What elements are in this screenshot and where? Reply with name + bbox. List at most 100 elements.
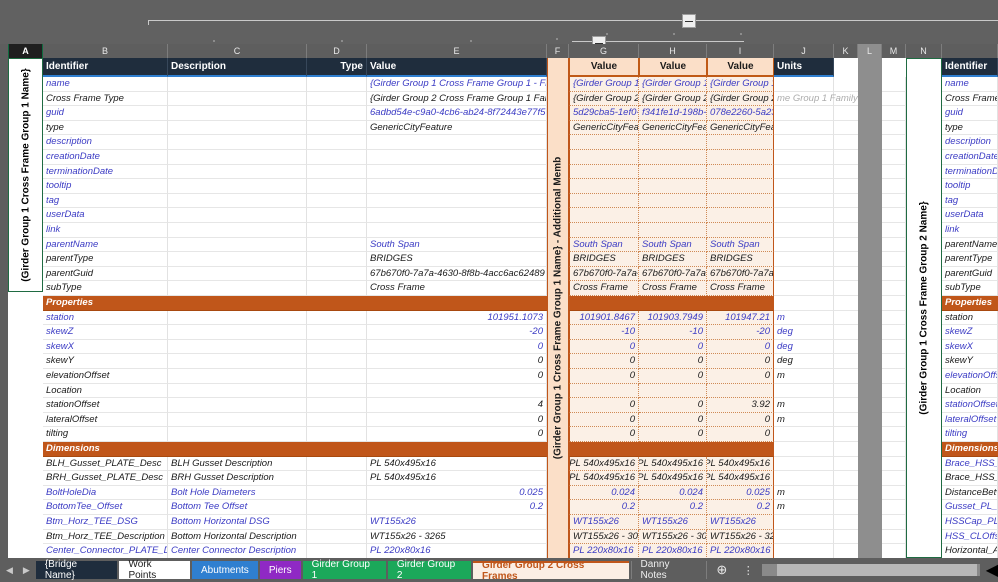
cell-type[interactable] [307, 544, 367, 558]
cell-units[interactable]: m [774, 412, 834, 428]
cell-value-g[interactable]: South Span [569, 237, 639, 253]
cell-value-i[interactable] [707, 296, 774, 311]
cell-type[interactable] [307, 77, 367, 92]
cell-description[interactable] [168, 150, 307, 165]
cell-description[interactable] [168, 383, 307, 399]
horizontal-scrollbar[interactable]: ◀ [761, 560, 998, 580]
cell-value[interactable]: GenericCityFeature [367, 120, 547, 136]
cell-type[interactable] [307, 237, 367, 253]
cell-identifier-right[interactable]: subType [942, 281, 998, 296]
cell-units[interactable] [774, 383, 834, 399]
cell-identifier[interactable]: parentName [43, 237, 168, 253]
cell-value-i[interactable]: 0.2 [707, 500, 774, 515]
cell-type[interactable] [307, 208, 367, 223]
cell-value-i[interactable]: 0 [707, 412, 774, 428]
cell-units[interactable] [774, 135, 834, 150]
cell-value-i[interactable]: GenericCityFea [707, 120, 774, 136]
cell-identifier[interactable]: tag [43, 193, 168, 209]
cell-value-g[interactable] [569, 179, 639, 194]
column-header-h[interactable]: H [639, 44, 707, 58]
cell-type[interactable] [307, 500, 367, 515]
cell-value-h[interactable]: 0 [639, 412, 707, 428]
cell-identifier[interactable]: Center_Connector_PLATE_D [43, 544, 168, 558]
cell-value-i[interactable]: WT155x26 [707, 515, 774, 530]
cell-value-i[interactable]: BRIDGES [707, 252, 774, 267]
cell-value-g[interactable]: 5d29cba5-1ef0-4 [569, 106, 639, 121]
cell-value-h[interactable]: 0.024 [639, 485, 707, 501]
cell-type[interactable] [307, 398, 367, 413]
cell-description[interactable] [168, 223, 307, 238]
cell-identifier[interactable]: elevationOffset [43, 369, 168, 384]
cell-value-h[interactable]: Cross Frame [639, 281, 707, 296]
cell-identifier[interactable]: description [43, 135, 168, 150]
cell-value-h[interactable]: 0.2 [639, 500, 707, 515]
cell-value-h[interactable]: PL 540x495x16 [639, 456, 707, 472]
cell-value-h[interactable]: 67b670f0-7a7a- [639, 266, 707, 282]
cell-type[interactable] [307, 281, 367, 296]
cell-value-h[interactable]: WT155x26 [639, 515, 707, 530]
cell-units[interactable]: deg [774, 325, 834, 340]
cell-value-h[interactable] [639, 383, 707, 399]
cell-units[interactable] [774, 544, 834, 558]
column-header-c[interactable]: C [168, 44, 307, 58]
cell-identifier[interactable]: Location [43, 383, 168, 399]
cell-value[interactable] [367, 193, 547, 209]
cell-identifier-right[interactable]: DistanceBetw [942, 485, 998, 501]
cell-value-g[interactable]: 0 [569, 369, 639, 384]
cell-type[interactable] [307, 471, 367, 486]
cell-value-g[interactable] [569, 296, 639, 311]
cell-units[interactable] [774, 427, 834, 442]
cell-value-g[interactable]: 0 [569, 398, 639, 413]
cell-units[interactable] [774, 471, 834, 486]
cell-value-h[interactable] [639, 208, 707, 223]
cell-identifier[interactable]: skewY [43, 354, 168, 369]
cell-identifier-right[interactable]: skewX [942, 339, 998, 355]
cell-units[interactable]: deg [774, 354, 834, 369]
cell-value-h[interactable]: 0 [639, 369, 707, 384]
cell-value-g[interactable] [569, 135, 639, 150]
cell-description[interactable] [168, 281, 307, 296]
cell-identifier[interactable]: tilting [43, 427, 168, 442]
cell-units[interactable] [774, 150, 834, 165]
cell-identifier[interactable]: type [43, 120, 168, 136]
cell-type[interactable] [307, 427, 367, 442]
cell-description[interactable] [168, 77, 307, 92]
cell-identifier-right[interactable]: Gusset_PL_Tl [942, 500, 998, 515]
cell-value-g[interactable]: 0 [569, 354, 639, 369]
cell-identifier-right[interactable]: Cross Frame [942, 91, 998, 107]
cell-value[interactable] [367, 223, 547, 238]
cell-units[interactable]: m [774, 398, 834, 413]
column-header-g[interactable]: G [569, 44, 639, 58]
cell-identifier-right[interactable]: creationDate [942, 150, 998, 165]
sheet-tab-girder-group-2[interactable]: Girder Group 2 [387, 559, 472, 581]
cell-identifier-right[interactable]: parentName [942, 237, 998, 253]
cell-value-g[interactable]: PL 220x80x16 [569, 544, 639, 558]
cell-value-g[interactable] [569, 442, 639, 457]
cell-identifier[interactable]: parentGuid [43, 266, 168, 282]
cell-value-i[interactable]: {Girder Group 2 Cross Frame Group 1 Fami… [707, 91, 774, 107]
column-header-m[interactable]: M [882, 44, 906, 58]
cell-identifier-right[interactable]: tag [942, 193, 998, 209]
cell-identifier-right[interactable]: Horizontal_A [942, 544, 998, 558]
column-header-n[interactable]: N [906, 44, 942, 58]
cell-value-g[interactable]: 67b670f0-7a7a- [569, 266, 639, 282]
cell-value[interactable]: 0 [367, 354, 547, 369]
sheet-tab-girder-group-2-cross-frames[interactable]: Girder Group 2 Cross Frames [473, 560, 629, 582]
sheet-tab-abutments[interactable]: Abutments [192, 561, 258, 579]
cell-value[interactable] [367, 135, 547, 150]
cell-identifier-right[interactable]: lateralOffset [942, 412, 998, 428]
cell-units[interactable] [774, 281, 834, 296]
cell-identifier-right[interactable]: skewY [942, 354, 998, 369]
cell-identifier[interactable]: BRH_Gusset_PLATE_Desc [43, 471, 168, 486]
cell-identifier[interactable]: parentType [43, 252, 168, 267]
cell-identifier[interactable]: stationOffset [43, 398, 168, 413]
prev-sheet-icon[interactable]: ◀ [6, 565, 13, 576]
cell-value[interactable]: Cross Frame [367, 281, 547, 296]
cell-units[interactable] [774, 120, 834, 136]
sheet-overflow-menu-icon[interactable]: ⋮ [735, 564, 762, 577]
cell-identifier-right[interactable]: Brace_HSS_D [942, 456, 998, 472]
horizontal-scrollbar-track[interactable] [761, 564, 980, 576]
cell-description[interactable] [168, 354, 307, 369]
cell-identifier-right[interactable]: Brace_HSS_D [942, 471, 998, 486]
cell-value-i[interactable]: 101947.21 [707, 310, 774, 326]
